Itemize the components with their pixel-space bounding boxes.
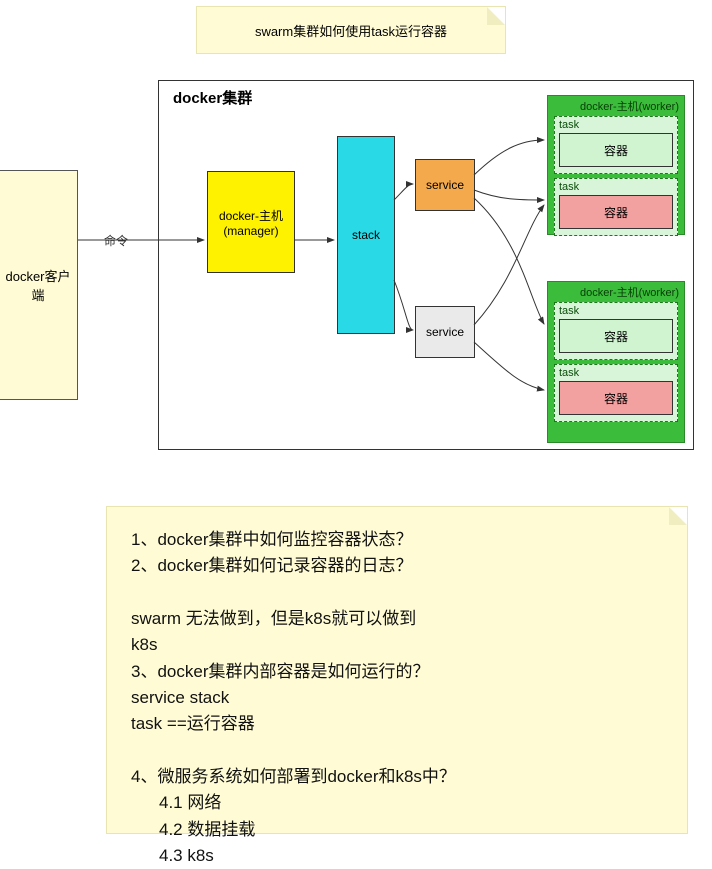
edge-label-command: 命令: [104, 232, 128, 249]
worker-node-2: docker-主机(worker) task 容器 task 容器: [547, 281, 685, 443]
manager-node: docker-主机(manager): [207, 171, 295, 273]
task-label: task: [559, 181, 673, 193]
container-label: 容器: [604, 390, 628, 407]
service-node-2: service: [415, 306, 475, 358]
worker-node-1: docker-主机(worker) task 容器 task 容器: [547, 95, 685, 235]
note-line: 4、微服务系统如何部署到docker和k8s中？: [131, 764, 663, 790]
worker2-task-1: task 容器: [554, 302, 678, 360]
note-line: 1、docker集群中如何监控容器状态？: [131, 527, 663, 553]
note-line: 4.3 k8s: [131, 843, 663, 869]
container-box: 容器: [559, 319, 673, 353]
manager-label: docker-主机(manager): [208, 207, 294, 238]
note-line: 4.1 网络: [131, 790, 663, 816]
notes-note: 1、docker集群中如何监控容器状态？ 2、docker集群如何记录容器的日志…: [106, 506, 688, 834]
service-node-1: service: [415, 159, 475, 211]
container-label: 容器: [604, 204, 628, 221]
container-box: 容器: [559, 381, 673, 415]
worker1-task-2: task 容器: [554, 178, 678, 236]
container-box: 容器: [559, 133, 673, 167]
worker1-task-1: task 容器: [554, 116, 678, 174]
worker1-label: docker-主机(worker): [548, 96, 684, 114]
stack-node: stack: [337, 136, 395, 334]
worker2-task-2: task 容器: [554, 364, 678, 422]
worker2-label: docker-主机(worker): [548, 282, 684, 300]
task-label: task: [559, 305, 673, 317]
stack-label: stack: [352, 228, 380, 242]
note-line: task ==运行容器: [131, 711, 663, 737]
note-line: 2、docker集群如何记录容器的日志？: [131, 553, 663, 579]
title-note: swarm集群如何使用task运行容器: [196, 6, 506, 54]
client-node: docker客户端: [0, 170, 78, 400]
container-box: 容器: [559, 195, 673, 229]
service2-label: service: [426, 325, 464, 339]
note-fold: [487, 7, 505, 25]
diagram-canvas: docker客户端 命令 docker集群 docker-主机(manager)…: [0, 80, 712, 460]
title-text: swarm集群如何使用task运行容器: [255, 21, 447, 40]
note-line: service stack: [131, 685, 663, 711]
note-line: swarm 无法做到，但是k8s就可以做到: [131, 606, 663, 632]
note-line: 4.2 数据挂载: [131, 817, 663, 843]
task-label: task: [559, 119, 673, 131]
container-label: 容器: [604, 142, 628, 159]
note-line: k8s: [131, 632, 663, 658]
task-label: task: [559, 367, 673, 379]
client-label: docker客户端: [0, 266, 77, 304]
note-line: 3、docker集群内部容器是如何运行的？: [131, 659, 663, 685]
container-label: 容器: [604, 328, 628, 345]
cluster-label: docker集群: [173, 87, 252, 108]
cluster-group: docker集群 docker-主机(manager) stack servic…: [158, 80, 694, 450]
service1-label: service: [426, 178, 464, 192]
note-fold: [669, 507, 687, 525]
